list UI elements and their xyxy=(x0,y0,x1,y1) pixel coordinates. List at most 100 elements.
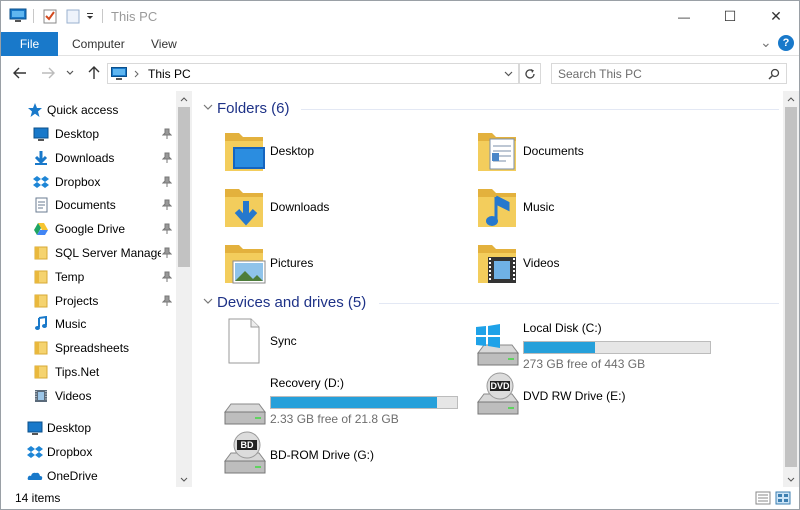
nav-root-label: OneDrive xyxy=(47,469,98,483)
nav-quick-access[interactable]: Quick access xyxy=(1,99,175,121)
drive-tile[interactable]: Recovery (D:) 2.33 GB free of 21.8 GB xyxy=(219,372,459,426)
folder-tile[interactable]: Pictures xyxy=(219,239,459,287)
tab-computer[interactable]: Computer xyxy=(58,32,139,56)
breadcrumb[interactable]: This PC xyxy=(148,67,191,81)
pin-icon[interactable] xyxy=(162,199,172,211)
group-drives[interactable]: Devices and drives (5) xyxy=(199,292,779,314)
folder-name: Pictures xyxy=(270,256,314,270)
address-row: This PC xyxy=(1,57,799,90)
folder-icon xyxy=(34,246,48,260)
tab-file[interactable]: File xyxy=(1,32,58,56)
back-button[interactable] xyxy=(11,64,29,82)
nav-item[interactable]: Videos xyxy=(1,385,175,407)
pin-icon[interactable] xyxy=(162,295,172,307)
pin-icon[interactable] xyxy=(162,128,172,140)
pin-icon[interactable] xyxy=(162,152,172,164)
nav-item[interactable]: Spreadsheets xyxy=(1,337,175,359)
address-bar[interactable]: This PC xyxy=(107,63,519,84)
group-divider xyxy=(301,109,779,110)
search-box[interactable] xyxy=(551,63,787,84)
nav-scroll-down-icon[interactable] xyxy=(176,472,192,486)
nav-scroll-up-icon[interactable] xyxy=(176,92,192,106)
group-divider xyxy=(379,303,779,304)
new-folder-icon[interactable] xyxy=(64,8,82,24)
search-input[interactable] xyxy=(558,66,758,81)
nav-scroll-thumb[interactable] xyxy=(178,107,190,267)
folder-tile[interactable]: Videos xyxy=(472,239,712,287)
maximize-button[interactable]: ☐ xyxy=(707,1,753,32)
downloads-folder-icon xyxy=(225,189,263,227)
desktop-icon xyxy=(27,421,43,435)
nav-item-label: Spreadsheets xyxy=(55,341,130,356)
pin-icon[interactable] xyxy=(162,176,172,188)
details-view-icon[interactable] xyxy=(755,491,771,505)
this-pc-icon[interactable] xyxy=(9,8,27,24)
documents-folder-icon xyxy=(478,133,516,171)
close-button[interactable]: ✕ xyxy=(753,1,799,32)
drive-usage-fill xyxy=(524,342,595,353)
folder-tile[interactable]: Desktop xyxy=(219,127,459,175)
videos-icon xyxy=(35,389,47,402)
drive-tile[interactable]: DVD DVD RW Drive (E:) xyxy=(472,372,712,424)
content-scroll-down-icon[interactable] xyxy=(783,472,799,486)
dropbox-icon xyxy=(33,175,49,188)
nav-scrollbar[interactable] xyxy=(176,91,192,487)
drive-name: Recovery (D:) xyxy=(270,376,345,390)
content-scrollbar[interactable] xyxy=(783,91,799,487)
pictures-folder-icon xyxy=(225,245,266,284)
content-pane[interactable]: Folders (6) Desktop Documents Downloads Mus… xyxy=(193,91,783,487)
nav-item[interactable]: Google Drive xyxy=(1,218,175,240)
close-icon: ✕ xyxy=(770,8,782,24)
pin-icon[interactable] xyxy=(162,247,172,259)
nav-item-label: Dropbox xyxy=(55,174,101,189)
nav-item-label: Videos xyxy=(55,388,92,403)
nav-item[interactable]: Desktop xyxy=(1,123,175,145)
quick-toolbar-dropdown-icon[interactable] xyxy=(85,8,95,24)
tab-view[interactable]: View xyxy=(137,32,191,56)
folder-tile[interactable]: Music xyxy=(472,183,712,231)
expand-ribbon-icon[interactable]: ⌄ xyxy=(760,34,772,51)
status-bar: 14 items xyxy=(1,487,799,509)
nav-item[interactable]: Temp xyxy=(1,266,175,288)
nav-item[interactable]: Tips.Net xyxy=(1,361,175,383)
collapse-chevron-icon[interactable] xyxy=(203,103,213,111)
minimize-button[interactable]: — xyxy=(661,1,707,32)
nav-item[interactable]: Downloads xyxy=(1,147,175,169)
pin-icon[interactable] xyxy=(162,223,172,235)
folder-tile[interactable]: Downloads xyxy=(219,183,459,231)
nav-item[interactable]: Projects xyxy=(1,290,175,312)
drive-name: BD-ROM Drive (G:) xyxy=(270,448,374,462)
nav-item[interactable]: Documents xyxy=(1,194,175,216)
nav-root-item[interactable]: Desktop xyxy=(1,417,175,439)
navigation-pane[interactable]: Quick access Desktop Downloads Dropbox Docu… xyxy=(1,91,192,487)
drive-tile[interactable]: BD BD-ROM Drive (G:) xyxy=(219,431,459,483)
nav-root-item[interactable]: Dropbox xyxy=(1,441,175,463)
nav-item[interactable]: Dropbox xyxy=(1,171,175,193)
drive-tile[interactable]: Local Disk (C:) 273 GB free of 443 GB xyxy=(472,317,712,371)
folder-icon xyxy=(34,341,48,355)
help-icon[interactable]: ? xyxy=(778,35,794,51)
maximize-icon: ☐ xyxy=(723,8,737,24)
collapse-chevron-icon[interactable] xyxy=(203,297,213,305)
nav-root-item[interactable]: OneDrive xyxy=(1,465,175,487)
breadcrumb-chevron-icon[interactable] xyxy=(134,70,140,78)
drive-usage-bar xyxy=(270,396,458,409)
refresh-button[interactable] xyxy=(519,63,541,84)
drive-tile[interactable]: Sync xyxy=(219,317,459,369)
recent-locations-button[interactable] xyxy=(64,64,76,82)
content-scroll-thumb[interactable] xyxy=(785,107,797,467)
folder-tile[interactable]: Documents xyxy=(472,127,712,175)
nav-item[interactable]: Music xyxy=(1,313,175,335)
forward-button[interactable] xyxy=(39,64,57,82)
refresh-icon xyxy=(525,68,535,79)
nav-item[interactable]: SQL Server Managem xyxy=(1,242,175,264)
pin-icon[interactable] xyxy=(162,271,172,283)
address-dropdown-icon[interactable] xyxy=(504,71,513,77)
forward-arrow-icon xyxy=(42,67,55,79)
search-icon[interactable] xyxy=(768,68,780,80)
up-button[interactable] xyxy=(85,64,103,82)
content-scroll-up-icon[interactable] xyxy=(783,92,799,106)
group-folders[interactable]: Folders (6) xyxy=(199,98,779,120)
properties-icon[interactable] xyxy=(41,8,59,24)
large-icons-view-icon[interactable] xyxy=(775,491,791,505)
